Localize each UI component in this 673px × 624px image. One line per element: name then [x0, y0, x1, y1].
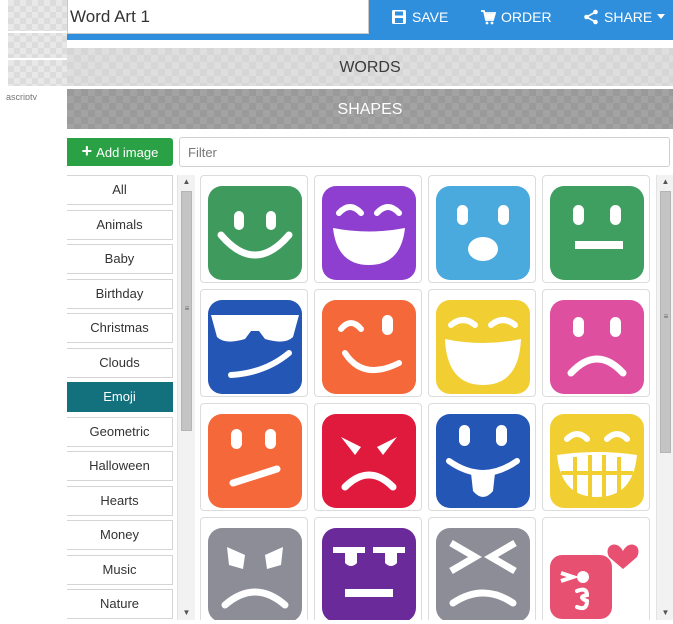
- emoji-tile[interactable]: [428, 175, 536, 283]
- category-hearts[interactable]: Hearts: [67, 485, 173, 516]
- laugh-emoji-icon: [436, 300, 530, 394]
- category-money[interactable]: Money: [67, 520, 173, 550]
- emoji-tile[interactable]: [314, 175, 422, 283]
- smile-emoji-icon: [208, 186, 302, 280]
- share-button[interactable]: SHARE: [583, 0, 666, 34]
- tongue-emoji-icon: [436, 414, 530, 508]
- emoji-tile[interactable]: [314, 403, 422, 511]
- emoji-tile[interactable]: [200, 403, 308, 511]
- worried-emoji-icon: [208, 528, 302, 620]
- category-geometric[interactable]: Geometric: [67, 416, 173, 447]
- scroll-down-icon[interactable]: ▼: [178, 606, 195, 620]
- emoji-tile[interactable]: [314, 289, 422, 397]
- sunglasses-emoji-icon: [208, 300, 302, 394]
- category-list: All Animals Baby Birthday Christmas Clouds Emo…: [67, 175, 173, 624]
- top-toolbar: SAVE ORDER SHARE: [67, 0, 673, 40]
- neutral-emoji-icon: [550, 186, 644, 280]
- skeptical-emoji-icon: [208, 414, 302, 508]
- category-nature[interactable]: Nature: [67, 589, 173, 619]
- order-label: ORDER: [501, 9, 552, 25]
- cart-icon: [481, 10, 496, 25]
- category-emoji[interactable]: Emoji: [67, 382, 173, 412]
- category-halloween[interactable]: Halloween: [67, 451, 173, 481]
- shapes-scrollbar[interactable]: ▲ ≡ ▼: [656, 175, 673, 620]
- divider: [8, 58, 67, 60]
- partial-label: ascripty: [6, 92, 38, 100]
- add-image-button[interactable]: + Add image: [67, 138, 173, 166]
- caret-down-icon: [657, 14, 666, 19]
- emoji-tile[interactable]: [428, 517, 536, 620]
- teeth-grin-emoji-icon: [550, 414, 644, 508]
- checkered-background: [8, 0, 67, 86]
- category-music[interactable]: Music: [67, 554, 173, 585]
- unamused-emoji-icon: [322, 528, 416, 620]
- emoji-tile[interactable]: [542, 403, 650, 511]
- category-clouds[interactable]: Clouds: [67, 347, 173, 378]
- emoji-grid: [200, 175, 656, 620]
- background-canvas-fragment: ascripty: [0, 0, 67, 100]
- share-label: SHARE: [604, 9, 653, 25]
- emoji-tile[interactable]: [200, 517, 308, 620]
- wink-emoji-icon: [322, 300, 416, 394]
- category-christmas[interactable]: Christmas: [67, 313, 173, 343]
- grip-icon: ≡: [184, 304, 190, 313]
- scroll-up-icon[interactable]: ▲: [657, 175, 673, 189]
- kiss-heart-emoji-icon: [550, 544, 639, 619]
- category-all[interactable]: All: [67, 175, 173, 205]
- grip-icon: ≡: [663, 312, 669, 321]
- grin-emoji-icon: [322, 186, 416, 280]
- category-scrollbar[interactable]: ▲ ≡ ▼: [177, 175, 195, 620]
- share-icon: [584, 9, 598, 25]
- save-button[interactable]: SAVE: [391, 0, 448, 34]
- add-image-label: Add image: [96, 144, 159, 160]
- scroll-up-icon[interactable]: ▲: [178, 175, 195, 189]
- emoji-tile[interactable]: [200, 289, 308, 397]
- category-animals[interactable]: Animals: [67, 209, 173, 240]
- emoji-tile[interactable]: [542, 175, 650, 283]
- emoji-tile[interactable]: [200, 175, 308, 283]
- divider: [8, 31, 67, 33]
- floppy-disk-icon: [392, 10, 406, 24]
- order-button[interactable]: ORDER: [480, 0, 552, 34]
- squint-emoji-icon: [436, 528, 530, 620]
- category-birthday[interactable]: Birthday: [67, 278, 173, 309]
- words-section-header[interactable]: WORDS: [67, 48, 673, 86]
- save-label: SAVE: [412, 9, 449, 25]
- filter-input[interactable]: [179, 137, 670, 167]
- emoji-tile[interactable]: [542, 517, 650, 620]
- scrollbar-thumb[interactable]: ≡: [660, 191, 671, 453]
- title-input[interactable]: [67, 0, 369, 34]
- shapes-section-header[interactable]: SHAPES: [67, 89, 673, 129]
- emoji-tile[interactable]: [428, 403, 536, 511]
- emoji-tile[interactable]: [314, 517, 422, 620]
- surprised-emoji-icon: [436, 186, 530, 280]
- angry-emoji-icon: [322, 414, 416, 508]
- plus-icon: +: [81, 141, 93, 161]
- emoji-tile[interactable]: [428, 289, 536, 397]
- emoji-tile[interactable]: [542, 289, 650, 397]
- category-baby[interactable]: Baby: [67, 244, 173, 274]
- sad-emoji-icon: [550, 300, 644, 394]
- scroll-down-icon[interactable]: ▼: [657, 606, 673, 620]
- scrollbar-thumb[interactable]: ≡: [181, 191, 192, 431]
